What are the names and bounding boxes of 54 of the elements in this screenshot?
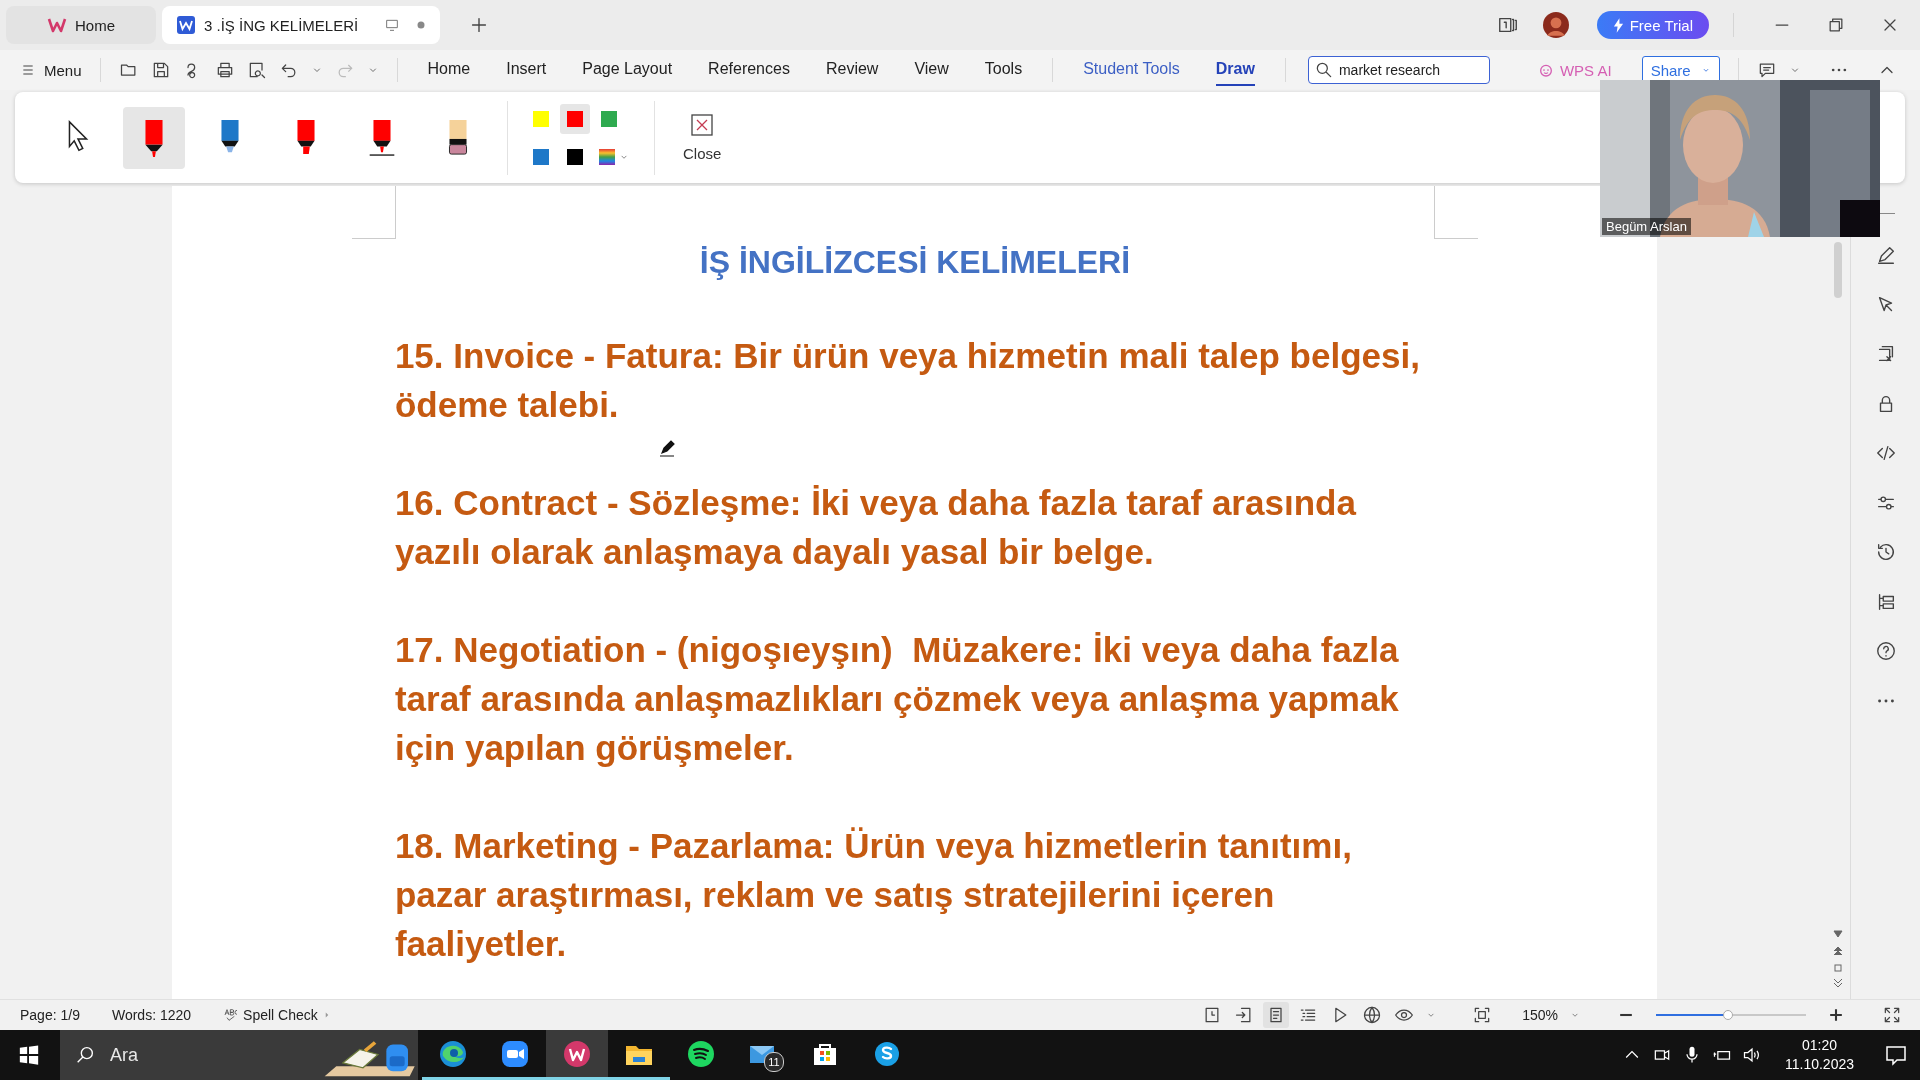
color-swatch[interactable] xyxy=(560,103,590,134)
spell-check-icon xyxy=(223,1007,240,1023)
volume-icon[interactable] xyxy=(1741,1045,1762,1065)
paragraph: 17. Negotiation - (nigoşıeyşın) Müzakere: İki veya daha fazla taraf arasında anlaşmazlıkları çözmek veya anlaşma yapmak için yapılan görüşmeler. xyxy=(394,629,1400,769)
zoom-dropdown[interactable]: 150% xyxy=(1522,1007,1558,1023)
globe-icon[interactable] xyxy=(1362,1005,1383,1025)
word-count: Words: 1220 xyxy=(111,1007,192,1023)
ribbon-tab[interactable]: Home xyxy=(427,54,471,86)
ribbon-tab[interactable]: Review xyxy=(825,54,879,86)
ribbon-tab[interactable]: Student Tools xyxy=(1083,54,1180,86)
fullscreen-icon[interactable] xyxy=(1882,1005,1902,1025)
free-trial-button[interactable]: Free Trial xyxy=(1596,11,1709,39)
avatar-icon[interactable] xyxy=(1542,12,1569,38)
crop-mark xyxy=(1433,186,1478,239)
scrollbar-thumb[interactable] xyxy=(1834,242,1843,298)
start-icon[interactable] xyxy=(18,1044,40,1066)
document-title: İŞ İNGİLİZCESİ KELİMELERİ xyxy=(698,244,1132,281)
help-icon[interactable] xyxy=(1874,640,1897,662)
ribbon-tab[interactable]: Draw xyxy=(1215,54,1255,86)
ribbon-tab[interactable]: View xyxy=(914,54,949,86)
clock[interactable]: 01:20 11.10.2023 xyxy=(1784,1036,1854,1074)
close-button[interactable]: Close xyxy=(673,113,732,162)
menu-icon xyxy=(20,62,36,78)
taskbar-search-field[interactable]: Ara xyxy=(60,1030,418,1080)
unsaved-dot-icon xyxy=(416,20,427,30)
close-icon xyxy=(690,113,715,137)
page-navigation-icon[interactable] xyxy=(1832,929,1845,989)
ribbon-tab[interactable]: Tools xyxy=(984,54,1023,86)
page-count: Page: 1/9 xyxy=(20,1007,80,1023)
taskbar-button[interactable]: 11 xyxy=(732,1030,794,1080)
ribbon-tab[interactable]: Page Layout xyxy=(582,54,673,86)
paragraph: 15. Invoice - Fatura: Bir ürün veya hizmetin mali talep belgesi, ödeme talebi. xyxy=(394,335,1421,426)
smiley-icon xyxy=(1537,62,1554,78)
page-view-icon[interactable] xyxy=(1263,1002,1290,1028)
ribbon-tab[interactable]: References xyxy=(708,54,790,86)
paragraph: 16. Contract - Sözleşme: İki veya daha fazla taraf arasında yazılı olarak anlaşmaya dayalı yasal bir belge. xyxy=(394,482,1358,573)
ribbon-tab[interactable]: Insert xyxy=(506,54,547,86)
lightning-icon xyxy=(1612,17,1624,33)
monitor-icon[interactable] xyxy=(384,17,401,33)
notification-icon[interactable] xyxy=(1884,1043,1908,1067)
rainbow-swatch-icon xyxy=(599,148,615,165)
mail-badge: 11 xyxy=(764,1052,784,1072)
document-tab[interactable]: 3 .İŞ İNG KELİMELERİ xyxy=(162,6,441,44)
marker-tool[interactable] xyxy=(123,106,185,169)
taskbar-button[interactable] xyxy=(546,1030,608,1080)
paragraph: 18. Marketing - Pazarlama: Ürün veya hizmetlerin tanıtımı, pazar araştırması, reklam ve satış stratejilerini içeren faaliyetler. xyxy=(394,825,1353,965)
participant-name: Begüm Arslan xyxy=(1602,218,1691,235)
document-icon xyxy=(176,15,196,35)
menu-button[interactable]: Menu xyxy=(20,61,82,79)
crop-mark xyxy=(351,186,396,239)
document-tab[interactable]: Home xyxy=(6,6,156,44)
spell-check-button[interactable]: Spell Check xyxy=(223,1007,332,1023)
zoom-slider-thumb[interactable] xyxy=(1723,1010,1733,1020)
search-field[interactable]: market research xyxy=(1307,56,1490,84)
